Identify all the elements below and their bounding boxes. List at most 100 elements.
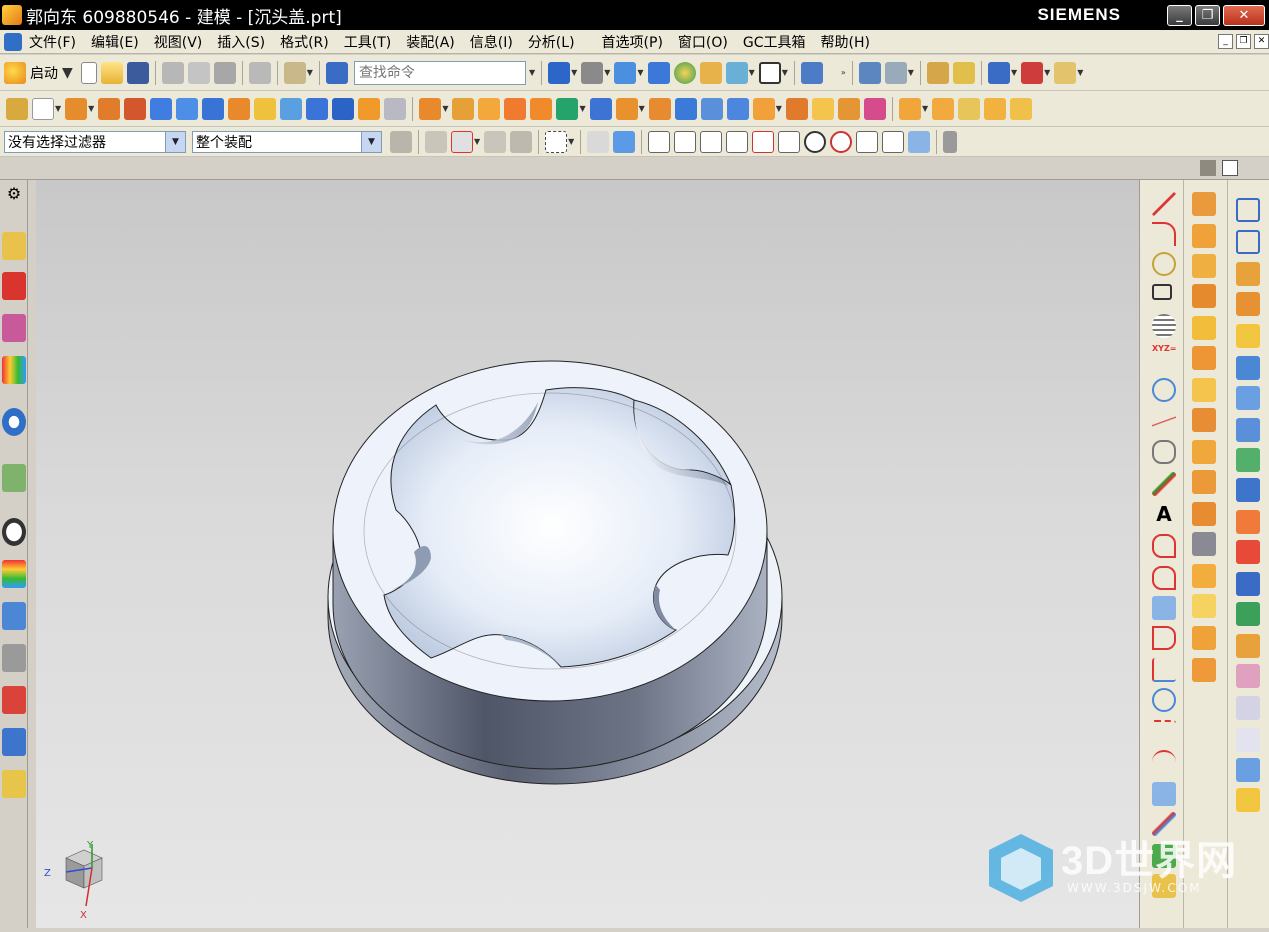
split-face-icon[interactable] [1192, 470, 1216, 494]
table-icon[interactable] [858, 61, 881, 84]
text-icon[interactable]: A [1152, 502, 1176, 526]
manufacturing-wizard-icon[interactable] [2, 644, 26, 672]
shell-icon[interactable] [615, 97, 638, 120]
line-icon[interactable] [1152, 192, 1176, 216]
text-curve-icon[interactable] [1152, 378, 1176, 402]
background-icon[interactable] [673, 61, 696, 84]
assembly-navigator-icon[interactable] [2, 232, 26, 260]
promote-body-icon[interactable] [1192, 284, 1216, 308]
snap-on-surface-icon[interactable] [908, 130, 931, 153]
draft-icon[interactable] [726, 97, 749, 120]
sketch-tool-icon[interactable] [6, 97, 28, 120]
trim-body-icon[interactable] [648, 97, 671, 120]
styled-blend-icon[interactable] [1236, 664, 1260, 688]
unite-icon[interactable] [530, 97, 553, 120]
model-view[interactable]: Y Z X [36, 180, 1139, 928]
law-curve-icon[interactable]: XYZ= [1152, 344, 1176, 368]
rectangle-select-icon[interactable] [545, 130, 568, 153]
move-object-icon[interactable] [1192, 224, 1216, 248]
part-navigator-icon[interactable] [2, 314, 26, 342]
deselect-icon[interactable] [484, 130, 507, 153]
divide-curve-icon[interactable] [1152, 750, 1176, 774]
four-point-icon[interactable] [1236, 758, 1260, 782]
silhouette-flange-icon[interactable] [1236, 696, 1260, 720]
sew-icon[interactable] [785, 97, 808, 120]
replace-face-icon[interactable] [837, 97, 860, 120]
select-red-icon[interactable] [451, 130, 473, 153]
fill-surface-icon[interactable] [1236, 418, 1260, 442]
snap-midpoint-icon[interactable] [700, 130, 723, 153]
menu-insert[interactable]: 插入(S) [217, 32, 265, 52]
mirror-icon[interactable] [589, 97, 612, 120]
wcs-icon[interactable] [800, 61, 823, 84]
menu-tools[interactable]: 工具(T) [344, 32, 391, 52]
layer-icon[interactable] [699, 61, 722, 84]
copy-feature-icon[interactable] [1192, 440, 1216, 464]
deselect-all-icon[interactable] [510, 130, 533, 153]
extract-curve-icon[interactable] [1152, 626, 1176, 650]
through-curves-icon[interactable] [1236, 262, 1260, 286]
point-icon[interactable] [987, 61, 1010, 84]
move-feature-icon[interactable] [1192, 192, 1216, 216]
snap-point-icon[interactable] [884, 61, 907, 84]
dock-maximize-icon[interactable] [1222, 160, 1238, 176]
hole-icon[interactable] [124, 97, 147, 120]
sketch-icon[interactable] [952, 61, 975, 84]
chamfer-icon[interactable] [452, 97, 475, 120]
project-curve-icon[interactable] [1152, 534, 1176, 558]
copy-icon[interactable] [187, 61, 210, 84]
info-icon[interactable] [2, 408, 26, 436]
transition-icon[interactable] [1236, 602, 1260, 626]
command-finder-icon[interactable] [325, 61, 348, 84]
patch-icon[interactable] [811, 97, 834, 120]
clip-section-icon[interactable] [725, 61, 748, 84]
extension-icon[interactable] [1236, 510, 1260, 534]
delete-body-icon[interactable] [1192, 408, 1216, 432]
graphics-window[interactable]: Y Z X [36, 180, 1139, 928]
pull-face-icon[interactable] [1010, 97, 1033, 120]
cylinder-icon[interactable] [332, 97, 355, 120]
through-mesh-icon[interactable] [1236, 356, 1260, 380]
pattern-feature-icon[interactable] [1192, 626, 1216, 650]
redo-icon[interactable] [248, 61, 271, 84]
paste-icon[interactable] [213, 61, 236, 84]
groove-icon[interactable] [254, 97, 277, 120]
start-button[interactable]: 启动 ▼ [4, 61, 75, 84]
snap-control-icon[interactable] [752, 130, 775, 153]
helix-icon[interactable] [1152, 314, 1176, 338]
face-blend-icon[interactable] [1192, 564, 1216, 588]
block-icon[interactable] [306, 97, 329, 120]
repeat-command-icon[interactable] [283, 61, 306, 84]
measure-icon[interactable] [926, 61, 949, 84]
mirror-feature-icon[interactable] [1192, 658, 1216, 682]
render-style-icon[interactable] [581, 61, 604, 84]
cone-icon[interactable] [358, 97, 381, 120]
emboss-icon[interactable] [280, 97, 303, 120]
constraint-navigator-icon[interactable] [2, 272, 26, 300]
subtract-icon[interactable] [556, 97, 579, 120]
revolve-icon[interactable] [98, 97, 121, 120]
snap-on-curve-icon[interactable] [882, 130, 905, 153]
studio-surface-icon[interactable] [1236, 386, 1260, 410]
roles-icon[interactable] [2, 686, 26, 714]
datum-plane-icon[interactable] [32, 97, 54, 120]
shaded-view-icon[interactable] [647, 61, 670, 84]
trim-curve-icon[interactable] [1152, 720, 1176, 744]
select-body-icon[interactable] [587, 130, 610, 153]
dock-toggle-icon[interactable] [1200, 160, 1216, 176]
document-menu-icon[interactable] [4, 32, 22, 51]
snap-endpoint-icon[interactable] [648, 130, 671, 153]
scale-body-icon[interactable] [752, 97, 775, 120]
arc-icon[interactable] [1152, 222, 1176, 246]
boss-icon[interactable] [150, 97, 173, 120]
system-scene-icon[interactable] [2, 728, 26, 756]
thread-icon[interactable] [384, 97, 407, 120]
offset-surface-icon[interactable] [1236, 478, 1260, 502]
law-extension-icon[interactable] [1236, 572, 1260, 596]
intersect-icon[interactable] [1192, 378, 1216, 402]
menu-window[interactable]: 窗口(O) [678, 32, 728, 52]
menu-edit[interactable]: 编辑(E) [91, 32, 139, 52]
menu-file[interactable]: 文件(F) [29, 32, 76, 52]
process-studio-icon[interactable] [2, 602, 26, 630]
history-icon[interactable] [2, 770, 26, 798]
